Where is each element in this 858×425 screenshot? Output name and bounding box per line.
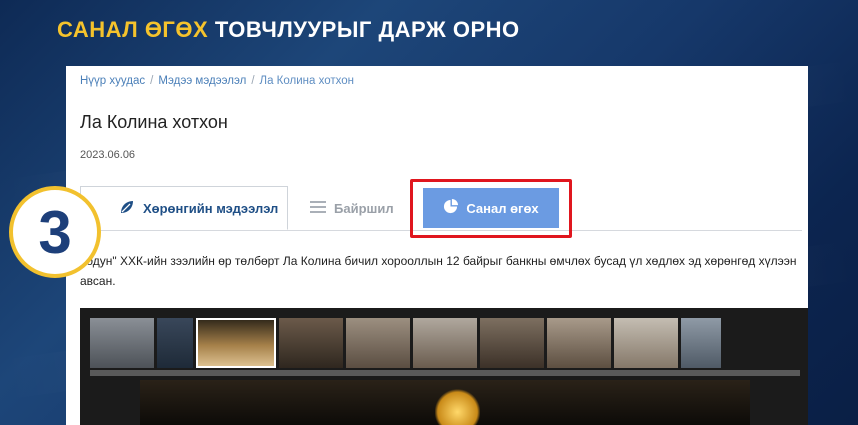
property-description: Тодун" ХХК-ийн зээлийн өр төлбөрт Ла Кол…: [80, 254, 797, 288]
gallery-thumbnail[interactable]: [90, 318, 154, 368]
gallery-thumbnail[interactable]: [346, 318, 410, 368]
gallery-thumbnail[interactable]: [413, 318, 477, 368]
gallery-thumbnail[interactable]: [614, 318, 678, 368]
list-icon: [310, 200, 326, 217]
instruction-headline: САНАЛ ӨГӨХ ТОВЧЛУУРЫГ ДАРЖ ОРНО: [57, 17, 520, 43]
breadcrumb-news[interactable]: Мэдээ мэдээлэл: [158, 75, 246, 87]
thumbnail-scrollbar[interactable]: [90, 370, 800, 376]
leaf-icon: [119, 199, 135, 218]
image-gallery: [80, 308, 808, 425]
gallery-thumbnail[interactable]: [480, 318, 544, 368]
tab-general-label: Хөрөнгийн мэдээлэл: [143, 200, 279, 216]
breadcrumb-home[interactable]: Нүүр хуудас: [80, 75, 145, 87]
breadcrumb-separator: /: [150, 75, 154, 87]
breadcrumb-separator: /: [251, 75, 255, 87]
headline-accent: САНАЛ ӨГӨХ: [57, 17, 209, 42]
gallery-thumbnail[interactable]: [157, 318, 193, 368]
browser-panel: Нүүр хуудас / Мэдээ мэдээлэл / Ла Колина хот…: [66, 66, 808, 425]
page-date: 2023.06.06: [80, 149, 136, 161]
breadcrumb: Нүүр хуудас / Мэдээ мэдээлэл / Ла Колина хот…: [80, 75, 354, 87]
headline-rest: ТОВЧЛУУРЫГ ДАРЖ ОРНО: [214, 17, 520, 42]
gallery-thumbnail[interactable]: [547, 318, 611, 368]
gallery-thumbnail[interactable]: [681, 318, 721, 368]
breadcrumb-current: Ла Колина хотхон: [259, 75, 354, 87]
tab-general-info[interactable]: Хөрөнгийн мэдээлэл: [80, 186, 288, 230]
thumbnail-strip: [90, 318, 721, 368]
chandelier-image-detail: [435, 388, 480, 425]
gallery-thumbnail[interactable]: [279, 318, 343, 368]
tab-location-label: Байршил: [334, 200, 394, 216]
step-number-badge: 3: [9, 186, 101, 278]
page-title: Ла Колина хотхон: [80, 112, 228, 132]
vote-tab-highlight: [410, 179, 572, 238]
gallery-thumbnail-active[interactable]: [196, 318, 276, 368]
tab-location[interactable]: Байршил: [294, 186, 420, 230]
